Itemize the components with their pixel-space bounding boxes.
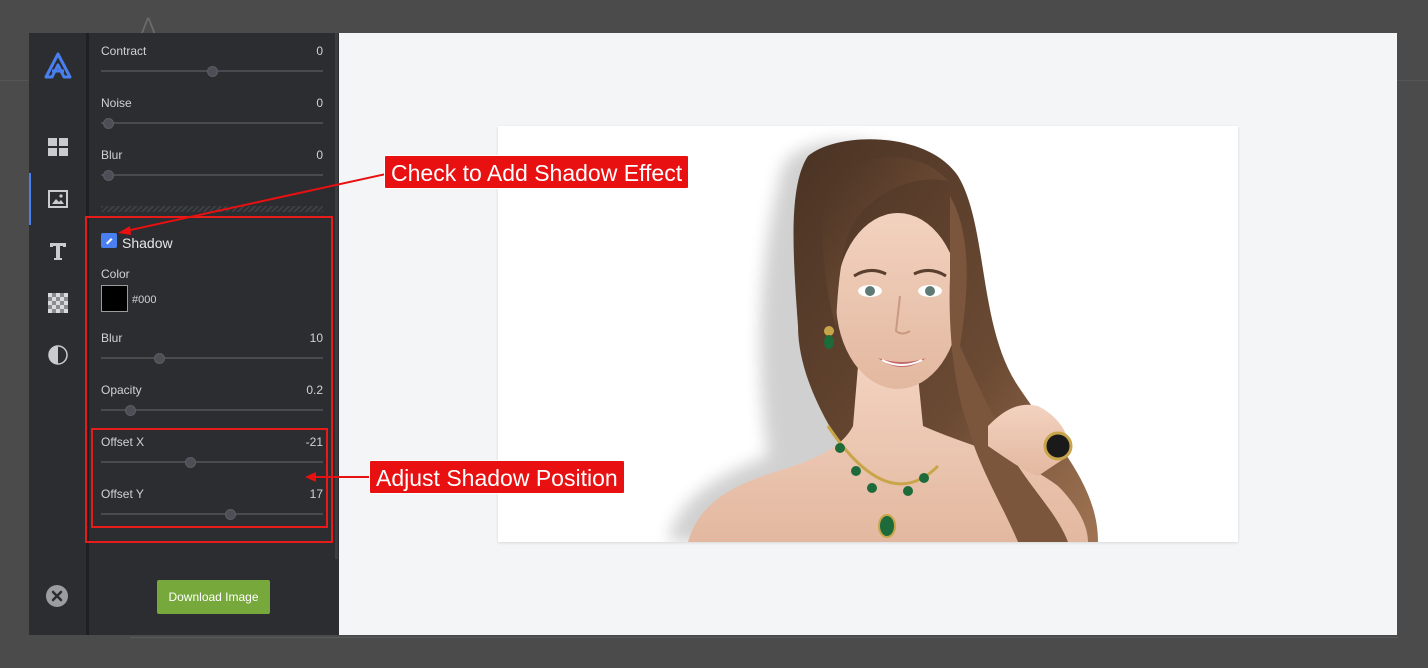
adjust-position-callout: Adjust Shadow Position <box>369 460 625 494</box>
annotation-arrows <box>118 173 387 482</box>
check-shadow-callout: Check to Add Shadow Effect <box>384 155 690 189</box>
